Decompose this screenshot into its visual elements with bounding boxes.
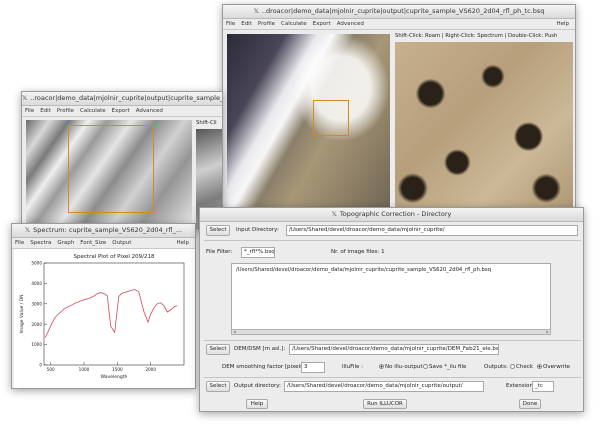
- smoothing-label: DEM smoothing factor [pixels]:: [222, 364, 307, 370]
- x-tick-label: 1000: [79, 367, 90, 372]
- x-axis-label: Wavelength: [101, 374, 128, 380]
- file-filter-label: File Filter:: [206, 249, 233, 255]
- select-dem-button[interactable]: Select: [206, 344, 230, 355]
- titlebar[interactable]: 𝕏 ..roacor|demo_data|mjolnir_cuprite|outp…: [22, 92, 222, 106]
- scroll-left-arrow[interactable]: ◂: [232, 330, 237, 334]
- mouse-hint: Shift-Cli: [196, 120, 217, 126]
- menu-file[interactable]: File: [12, 238, 27, 246]
- menu-advanced[interactable]: Advanced: [334, 19, 367, 27]
- output-dir-label: Output directory:: [234, 383, 281, 389]
- file-list[interactable]: /Users/Shared/devel/droacor/demo_data/mj…: [231, 263, 551, 331]
- menu-advanced[interactable]: Advanced: [133, 106, 166, 114]
- x-tick-label: 2000: [145, 367, 156, 372]
- plot-frame: [43, 262, 185, 366]
- y-tick-label: 1000: [31, 342, 42, 347]
- dem-overview-image[interactable]: [26, 120, 192, 228]
- outputs-option-check[interactable]: Check: [510, 364, 533, 370]
- zoom-selection-box[interactable]: [68, 125, 154, 213]
- dialog-title: Topographic Correction - Directory: [339, 210, 452, 218]
- menu-calculate[interactable]: Calculate: [77, 106, 109, 114]
- num-files-label: Nr. of image files: 1: [331, 249, 385, 255]
- chart-title: Spectral Plot of Pixel 209/218: [74, 254, 155, 260]
- spectrum-chart: Spectral Plot of Pixel 209/218 0 1000 2000 3…: [19, 254, 185, 380]
- menu-help[interactable]: Help: [553, 19, 572, 27]
- spectrum-window[interactable]: 𝕏 Spectrum: cuprite_sample_VS620_2d04_rfl…: [11, 223, 196, 389]
- zoom-selection-box[interactable]: [313, 100, 349, 136]
- titlebar[interactable]: 𝕏 Topographic Correction - Directory: [200, 208, 583, 222]
- menu-profile[interactable]: Profile: [255, 19, 278, 27]
- dem-label: DEM/DSM [m asl.]:: [234, 346, 286, 352]
- output-dir-field[interactable]: /Users/Shared/devel/droacor/demo_data/mj…: [284, 381, 484, 392]
- window-title: ..droacor|demo_data|mjolnir_cuprite|outp…: [261, 7, 545, 15]
- menu-edit[interactable]: Edit: [37, 106, 54, 114]
- menu-spectra[interactable]: Spectra: [27, 238, 54, 246]
- menu-file[interactable]: File: [223, 19, 238, 27]
- x11-icon: 𝕏: [253, 7, 259, 15]
- menubar: File Edit Profile Calculate Export Advanced: [22, 106, 222, 117]
- smoothing-field[interactable]: 3: [301, 362, 325, 373]
- file-list-item[interactable]: /Users/Shared/devel/droacor/demo_data/mj…: [236, 267, 491, 273]
- topo-correction-dialog[interactable]: 𝕏 Topographic Correction - Directory Sele…: [199, 207, 584, 412]
- window-title: ..roacor|demo_data|mjolnir_cuprite|outpu…: [30, 94, 222, 102]
- input-dir-label: Input Directory:: [236, 227, 279, 233]
- divider: [204, 240, 581, 241]
- radio-icon[interactable]: [510, 364, 515, 369]
- select-input-dir-button[interactable]: Select: [206, 225, 230, 236]
- input-dir-field[interactable]: /Users/Shared/devel/droacor/demo_data/mj…: [286, 225, 578, 236]
- x-tick-label: 500: [47, 367, 55, 372]
- select-output-dir-button[interactable]: Select: [206, 381, 230, 392]
- menu-font-size[interactable]: Font_Size: [77, 238, 109, 246]
- menu-help[interactable]: Help: [173, 238, 192, 246]
- overview-image[interactable]: [227, 34, 390, 214]
- x-tick-label: 1500: [112, 367, 123, 372]
- radio-icon[interactable]: [379, 364, 384, 369]
- menu-export[interactable]: Export: [109, 106, 133, 114]
- menu-output[interactable]: Output: [109, 238, 134, 246]
- run-illucor-button[interactable]: Run ILLUCOR: [363, 399, 407, 409]
- done-button[interactable]: Done: [519, 399, 541, 409]
- titlebar[interactable]: 𝕏 Spectrum: cuprite_sample_VS620_2d04_rfl…: [12, 224, 195, 238]
- window-title: Spectrum: cuprite_sample_VS620_2d04_rfl_…: [33, 226, 183, 234]
- spectrum-series-line: [44, 289, 178, 338]
- outputs-label: Outputs:: [484, 364, 508, 370]
- plot-area[interactable]: Spectral Plot of Pixel 209/218 0 1000 2000 3…: [14, 249, 195, 388]
- divider: [204, 340, 581, 341]
- image-window-dem[interactable]: 𝕏 ..roacor|demo_data|mjolnir_cuprite|outp…: [21, 91, 223, 229]
- zoom-image[interactable]: [395, 42, 573, 214]
- menubar: File Edit Profile Calculate Export Advanced H…: [223, 19, 575, 30]
- divider: [204, 377, 581, 378]
- titlebar[interactable]: 𝕏 ..droacor|demo_data|mjolnir_cuprite|out…: [223, 5, 575, 19]
- menu-file[interactable]: File: [22, 106, 37, 114]
- x11-icon: 𝕏: [331, 210, 337, 218]
- y-axis-label: Image Value / DN: [19, 294, 25, 333]
- menu-profile[interactable]: Profile: [54, 106, 77, 114]
- scroll-right-arrow[interactable]: ▸: [545, 330, 550, 334]
- radio-icon[interactable]: [537, 364, 542, 369]
- mouse-hint: Shift-Click: Roam | Right-Click: Spectru…: [395, 33, 558, 39]
- file-list-hscrollbar[interactable]: ◂ ▸: [231, 329, 551, 335]
- extension-label: Extension:: [506, 383, 535, 389]
- y-tick-label: 5000: [31, 261, 42, 266]
- extension-field[interactable]: _tc: [532, 381, 554, 392]
- y-tick-label: 2000: [31, 322, 42, 327]
- illu-label: IlluFile :: [342, 364, 363, 370]
- illu-option-save[interactable]: Save *_ilu file: [423, 364, 466, 370]
- menubar: File Spectra Graph Font_Size Output Help: [12, 238, 195, 249]
- outputs-option-overwrite[interactable]: Overwrite: [537, 364, 570, 370]
- menu-graph[interactable]: Graph: [54, 238, 77, 246]
- file-filter-field[interactable]: *_rfl*%.bsq: [241, 247, 275, 258]
- image-window-main[interactable]: 𝕏 ..droacor|demo_data|mjolnir_cuprite|out…: [222, 4, 576, 218]
- y-tick-label: 3000: [31, 301, 42, 306]
- help-button[interactable]: Help: [246, 399, 268, 409]
- illu-option-none[interactable]: No illu-output: [379, 364, 423, 370]
- y-tick-label: 4000: [31, 281, 42, 286]
- dem-field[interactable]: /Users/Shared/devel/droacor/demo_data/mj…: [289, 344, 499, 355]
- y-tick-label: 0: [39, 363, 42, 368]
- menu-calculate[interactable]: Calculate: [278, 19, 310, 27]
- x11-icon: 𝕏: [24, 226, 31, 234]
- x11-icon: 𝕏: [22, 94, 28, 102]
- menu-edit[interactable]: Edit: [238, 19, 255, 27]
- menu-export[interactable]: Export: [310, 19, 334, 27]
- radio-icon[interactable]: [423, 364, 428, 369]
